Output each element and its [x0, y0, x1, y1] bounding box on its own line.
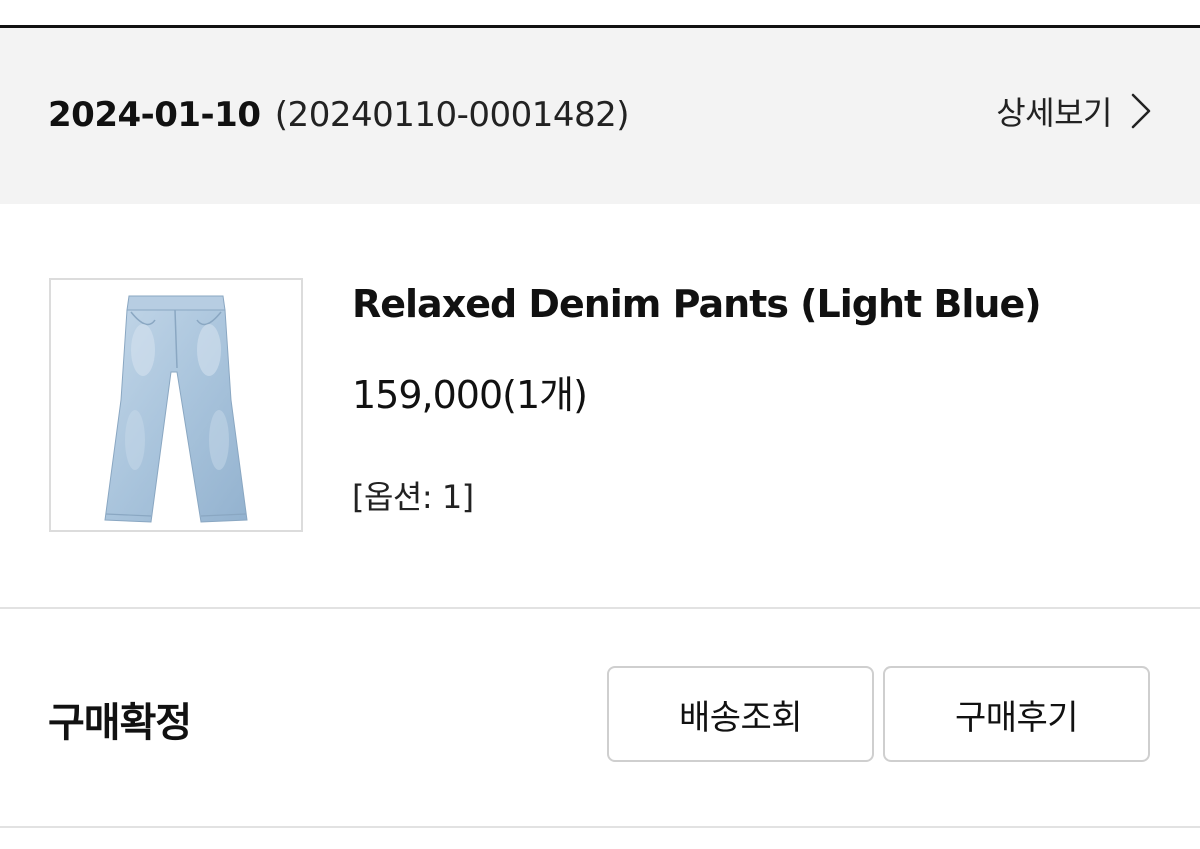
order-card-page: 2024-01-10 (20240110-0001482) 상세보기 Relax… [0, 0, 1200, 849]
order-date: 2024-01-10 [48, 95, 261, 135]
product-option: [옵션: 1] [352, 478, 474, 516]
track-delivery-button[interactable]: 배송조회 [607, 666, 874, 762]
detail-link-label: 상세보기 [996, 94, 1112, 132]
write-review-button[interactable]: 구매후기 [883, 666, 1150, 762]
product-section: Relaxed Denim Pants (Light Blue) 159,000… [0, 204, 1200, 607]
bottom-divider [0, 826, 1200, 828]
order-header: 2024-01-10 (20240110-0001482) 상세보기 [0, 28, 1200, 204]
order-status-label: 구매확정 [48, 700, 192, 746]
product-price: 159,000(1개) [352, 373, 588, 417]
order-id: 2024-01-10 (20240110-0001482) [48, 95, 630, 135]
section-divider [0, 607, 1200, 609]
chevron-right-icon [1130, 91, 1152, 131]
order-number: (20240110-0001482) [274, 95, 630, 135]
denim-pants-illustration [104, 295, 248, 523]
product-name[interactable]: Relaxed Denim Pants (Light Blue) [352, 282, 1042, 326]
order-detail-link[interactable]: 상세보기 [996, 88, 1152, 134]
product-image[interactable] [49, 278, 303, 532]
